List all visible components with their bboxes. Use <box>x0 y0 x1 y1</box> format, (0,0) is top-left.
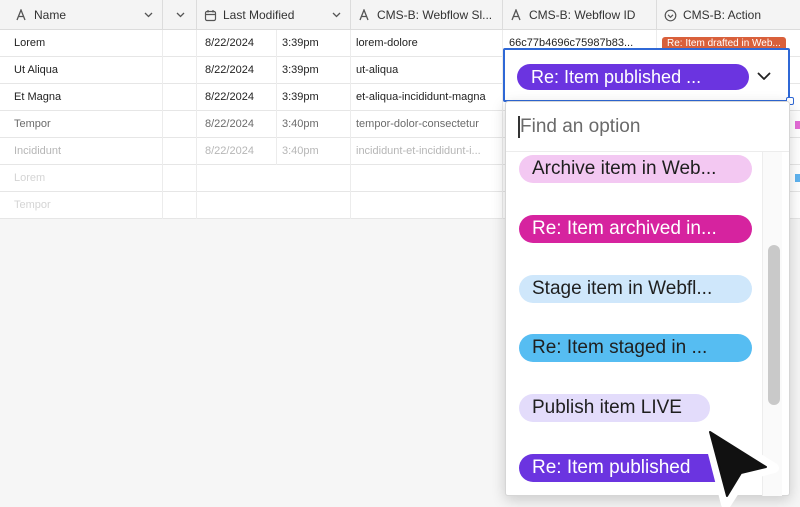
cell-date[interactable] <box>197 192 351 219</box>
text-field-icon <box>509 8 523 22</box>
cell-time[interactable]: 3:39pm <box>277 84 351 111</box>
cell-slug[interactable] <box>351 192 503 219</box>
selected-option-pill[interactable]: Re: Item published ... <box>517 64 749 90</box>
search-input[interactable] <box>520 112 770 142</box>
cell-time[interactable]: 3:40pm <box>277 111 351 138</box>
cell-name[interactable]: Incididunt <box>0 138 163 165</box>
chevron-down-icon[interactable] <box>175 9 186 23</box>
dropdown-scrollbar-thumb[interactable] <box>768 245 780 405</box>
cell-date[interactable]: 8/22/2024 <box>197 57 277 84</box>
option-item-staged[interactable]: Re: Item staged in ... <box>519 334 752 362</box>
cell-blank[interactable] <box>163 111 197 138</box>
text-field-icon <box>14 8 28 22</box>
mouse-pointer-icon <box>696 418 786 507</box>
grid-header: Name Last Modified CMS-B: Webflow Sl... … <box>0 0 800 30</box>
cell-blank[interactable] <box>163 165 197 192</box>
option-item-archived[interactable]: Re: Item archived in... <box>519 215 752 243</box>
column-header-label: Last Modified <box>223 8 295 22</box>
cell-name[interactable]: Ut Aliqua <box>0 57 163 84</box>
text-field-icon <box>357 8 371 22</box>
cell-date[interactable] <box>197 165 351 192</box>
cell-blank[interactable] <box>163 84 197 111</box>
action-badge-edge <box>795 121 800 129</box>
column-header-webflow-id[interactable]: CMS-B: Webflow ID <box>503 0 657 30</box>
column-header-webflow-slug[interactable]: CMS-B: Webflow Sl... <box>351 0 503 30</box>
column-header-label: CMS-B: Action <box>683 8 762 22</box>
column-header-last-modified[interactable]: Last Modified <box>197 0 351 30</box>
column-header-name[interactable]: Name <box>0 0 163 30</box>
cell-date[interactable]: 8/22/2024 <box>197 84 277 111</box>
cell-slug[interactable] <box>351 165 503 192</box>
chevron-down-icon[interactable] <box>143 9 154 23</box>
cell-time[interactable]: 3:39pm <box>277 57 351 84</box>
cell-name[interactable]: Tempor <box>0 192 163 219</box>
chevron-down-icon[interactable] <box>756 68 772 89</box>
cell-slug[interactable]: ut-aliqua <box>351 57 503 84</box>
cell-slug[interactable]: tempor-dolor-consectetur <box>351 111 503 138</box>
chevron-down-icon[interactable] <box>331 9 342 23</box>
column-header-label: Name <box>34 8 67 22</box>
cell-blank[interactable] <box>163 30 197 57</box>
cell-time[interactable]: 3:39pm <box>277 30 351 57</box>
cell-slug[interactable]: incididunt-et-incididunt-i... <box>351 138 503 165</box>
single-select-icon <box>663 8 677 22</box>
cell-name[interactable]: Tempor <box>0 111 163 138</box>
cell-name[interactable]: Lorem <box>0 30 163 57</box>
cell-name[interactable]: Et Magna <box>0 84 163 111</box>
action-cell-editor[interactable]: Re: Item published ... <box>503 48 790 102</box>
cell-time[interactable]: 3:40pm <box>277 138 351 165</box>
cell-slug[interactable]: lorem-dolore <box>351 30 503 57</box>
cell-date[interactable]: 8/22/2024 <box>197 138 277 165</box>
column-header-blank[interactable] <box>163 0 197 30</box>
column-header-label: CMS-B: Webflow ID <box>529 8 636 22</box>
option-stage-item[interactable]: Stage item in Webfl... <box>519 275 752 303</box>
cell-name[interactable]: Lorem <box>0 165 163 192</box>
cell-blank[interactable] <box>163 138 197 165</box>
cell-blank[interactable] <box>163 57 197 84</box>
cell-date[interactable]: 8/22/2024 <box>197 30 277 57</box>
option-search <box>506 102 789 152</box>
cell-date[interactable]: 8/22/2024 <box>197 111 277 138</box>
option-publish-item-live[interactable]: Publish item LIVE <box>519 394 710 422</box>
calendar-edit-icon <box>203 8 217 22</box>
cell-blank[interactable] <box>163 192 197 219</box>
action-badge-edge <box>795 174 800 182</box>
cell-slug[interactable]: et-aliqua-incididunt-magna <box>351 84 503 111</box>
column-header-action[interactable]: CMS-B: Action <box>657 0 800 30</box>
column-header-label: CMS-B: Webflow Sl... <box>377 8 493 22</box>
option-archive-item[interactable]: Archive item in Web... <box>519 155 752 183</box>
